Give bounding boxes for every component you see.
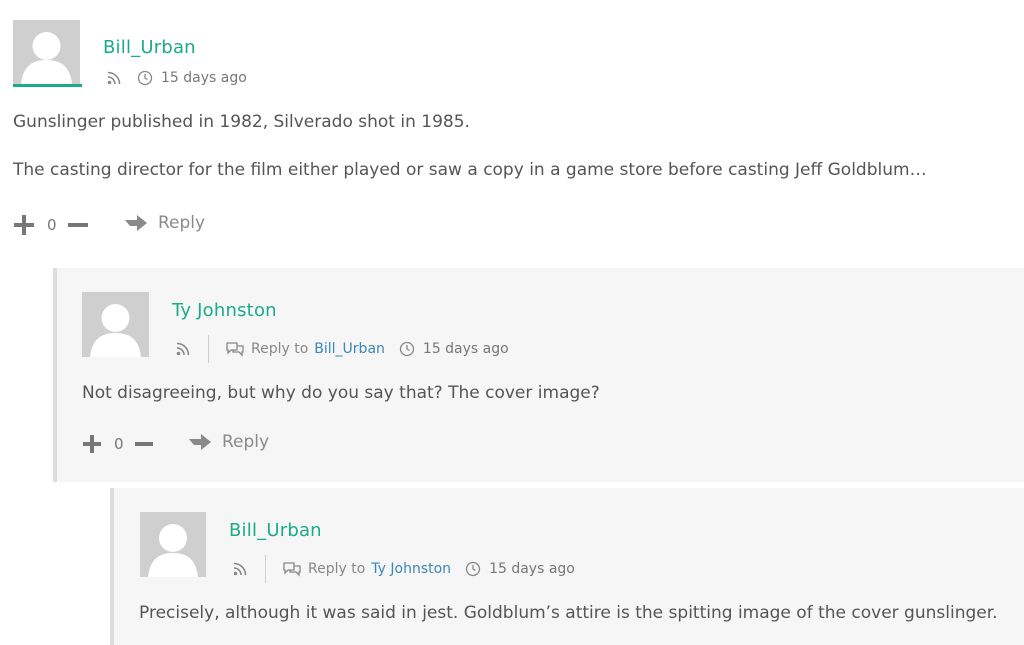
meta-separator [208, 335, 209, 363]
rss-icon[interactable] [174, 342, 192, 356]
comment-author[interactable]: Bill_Urban [229, 520, 322, 541]
comment-reply: Bill_Urban Reply to Ty Johnston 15 days … [110, 488, 1024, 645]
vote-controls: 0 [82, 433, 154, 455]
comment-paragraph: Precisely, although it was said in jest.… [139, 603, 998, 623]
comment-meta: Reply to Bill_Urban 15 days ago [174, 334, 509, 364]
avatar[interactable] [140, 512, 206, 577]
comment-author[interactable]: Ty Johnston [172, 300, 277, 321]
speech-bubbles-icon [225, 341, 245, 357]
clock-icon [137, 70, 153, 86]
reply-arrow-icon [188, 432, 222, 452]
vote-count: 0 [47, 216, 57, 234]
reply-to-label: Reply to [251, 341, 309, 357]
comment-paragraph: The casting director for the film either… [13, 160, 927, 180]
comment-time[interactable]: 15 days ago [161, 70, 247, 86]
comment-paragraph: Not disagreeing, but why do you say that… [82, 383, 600, 403]
thread-line [110, 488, 114, 645]
meta-separator [265, 555, 266, 583]
avatar[interactable] [13, 20, 80, 84]
reply-arrow-icon [124, 213, 158, 233]
reply-to-link[interactable]: Bill_Urban [314, 341, 385, 357]
clock-icon [465, 561, 481, 577]
plus-icon[interactable] [82, 434, 102, 454]
reply-to-link[interactable]: Ty Johnston [371, 561, 451, 577]
comment-time[interactable]: 15 days ago [423, 341, 509, 357]
thread-line [53, 268, 57, 482]
comment-reply: Ty Johnston Reply to Bill_Urban 15 days … [53, 268, 1024, 482]
comment: Bill_Urban 15 days ago Gunslinger publis… [0, 0, 1024, 260]
comment-time[interactable]: 15 days ago [489, 561, 575, 577]
clock-icon [399, 341, 415, 357]
reply-to-label: Reply to [308, 561, 366, 577]
speech-bubbles-icon [282, 561, 302, 577]
minus-icon[interactable] [67, 214, 89, 236]
reply-button[interactable]: Reply [124, 212, 205, 234]
rss-icon[interactable] [105, 71, 123, 85]
vote-count: 0 [114, 435, 124, 453]
reply-label: Reply [222, 432, 270, 452]
avatar-underline [13, 84, 82, 87]
comment-paragraph: Gunslinger published in 1982, Silverado … [13, 112, 470, 132]
minus-icon[interactable] [134, 434, 154, 454]
comment-meta: Reply to Ty Johnston 15 days ago [231, 554, 575, 584]
plus-icon[interactable] [13, 214, 35, 236]
vote-controls: 0 [13, 214, 89, 236]
reply-button[interactable]: Reply [188, 431, 269, 453]
rss-icon[interactable] [231, 562, 249, 576]
avatar[interactable] [82, 292, 149, 357]
reply-label: Reply [158, 213, 206, 233]
comment-meta: 15 days ago [105, 66, 247, 90]
comment-author[interactable]: Bill_Urban [103, 37, 196, 58]
